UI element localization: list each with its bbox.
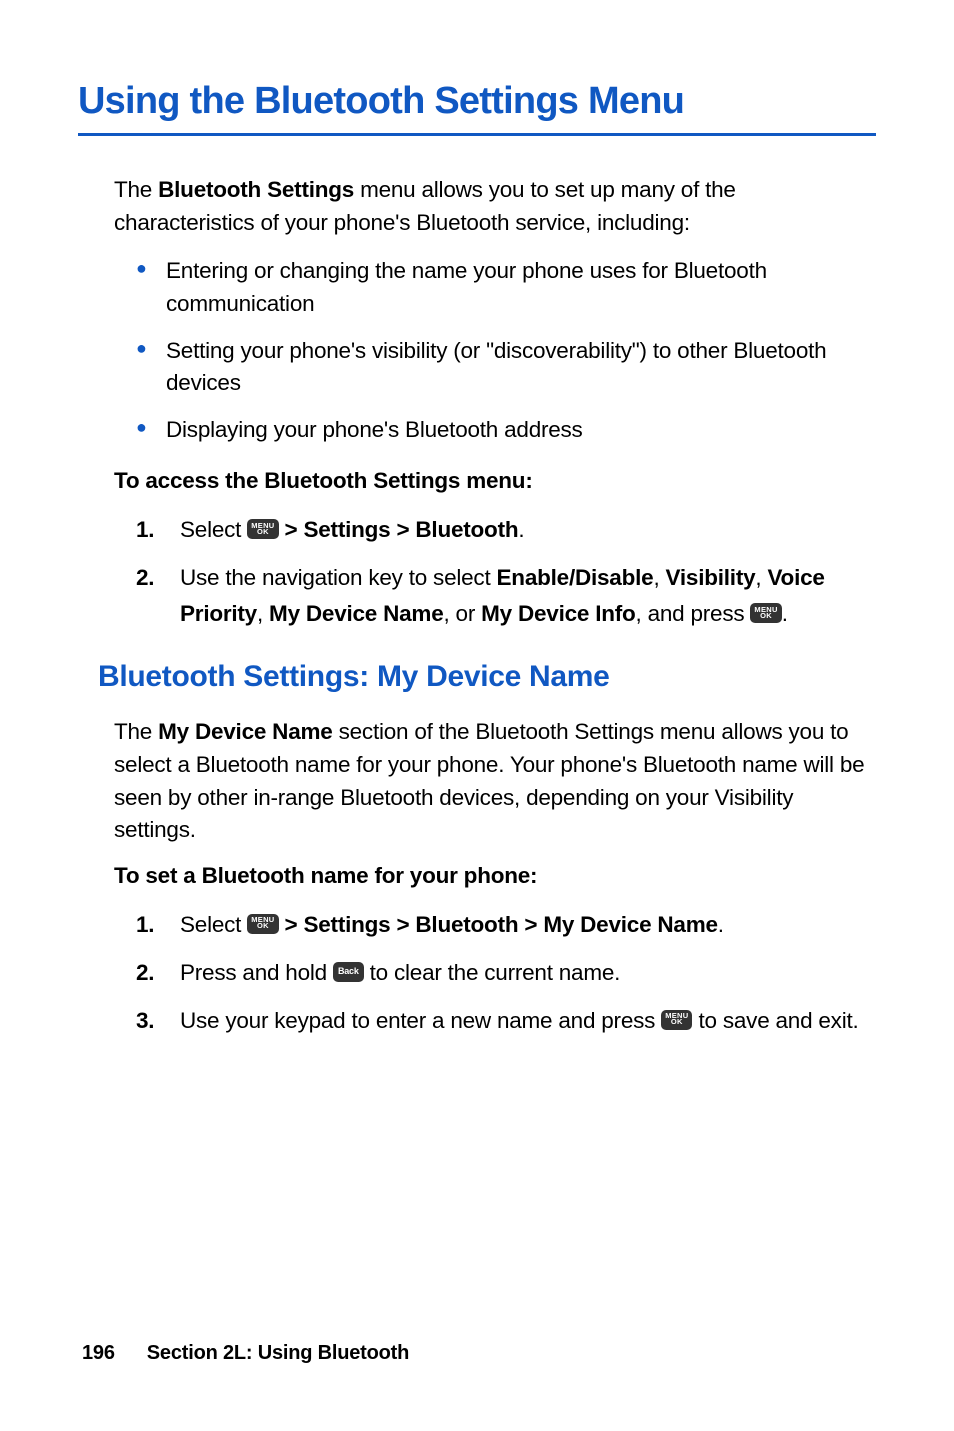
intro-prefix: The	[114, 177, 158, 202]
list-item: 2. Press and hold Back to clear the curr…	[136, 955, 876, 991]
key-label-bottom: OK	[760, 613, 772, 619]
step-text-prefix: Press and hold	[180, 960, 333, 985]
step-period: .	[518, 517, 524, 542]
step-number: 2.	[136, 560, 154, 596]
step-number: 1.	[136, 907, 154, 943]
menu-ok-key-icon: MENUOK	[247, 519, 278, 539]
list-item: Entering or changing the name your phone…	[136, 255, 876, 320]
step-text-prefix: Use the navigation key to select	[180, 565, 497, 590]
feature-bullet-list: Entering or changing the name your phone…	[136, 255, 876, 446]
set-name-subheading: To set a Bluetooth name for your phone:	[114, 863, 876, 889]
separator: ,	[653, 565, 665, 590]
separator: ,	[257, 601, 269, 626]
key-label-bottom: OK	[671, 1019, 683, 1025]
list-item: Setting your phone's visibility (or "dis…	[136, 335, 876, 400]
list-item: Displaying your phone's Bluetooth addres…	[136, 414, 876, 447]
step-number: 2.	[136, 955, 154, 991]
step-text-prefix: Select	[180, 912, 247, 937]
option-my-device-name: My Device Name	[269, 601, 443, 626]
list-item: 2. Use the navigation key to select Enab…	[136, 560, 876, 632]
list-item: 1. Select MENUOK > Settings > Bluetooth …	[136, 907, 876, 943]
key-label-bottom: OK	[257, 529, 269, 535]
section-label: Section 2L: Using Bluetooth	[147, 1342, 409, 1364]
page-footer: 196 Section 2L: Using Bluetooth	[82, 1342, 409, 1365]
list-item: 1. Select MENUOK > Settings > Bluetooth.	[136, 512, 876, 548]
option-my-device-info: My Device Info	[481, 601, 635, 626]
option-visibility: Visibility	[666, 565, 756, 590]
separator: , or	[444, 601, 482, 626]
step-number: 1.	[136, 512, 154, 548]
step-text-suffix: to clear the current name.	[364, 960, 621, 985]
key-label-bottom: OK	[257, 923, 269, 929]
menu-ok-key-icon: MENUOK	[661, 1010, 692, 1030]
step-text-prefix: Use your keypad to enter a new name and …	[180, 1008, 661, 1033]
intro-bold: Bluetooth Settings	[158, 177, 354, 202]
para-bold: My Device Name	[158, 719, 332, 744]
device-name-paragraph: The My Device Name section of the Blueto…	[114, 716, 876, 847]
section-heading-my-device-name: Bluetooth Settings: My Device Name	[98, 660, 876, 694]
access-steps-list: 1. Select MENUOK > Settings > Bluetooth.…	[136, 512, 876, 632]
list-item: 3. Use your keypad to enter a new name a…	[136, 1003, 876, 1039]
separator: ,	[755, 565, 767, 590]
step-path: > Settings > Bluetooth > My Device Name	[279, 912, 718, 937]
back-key-icon: Back	[333, 962, 364, 982]
step-text-suffix: , and press	[636, 601, 751, 626]
step-path: > Settings > Bluetooth	[279, 517, 519, 542]
step-period: .	[718, 912, 724, 937]
page-title: Using the Bluetooth Settings Menu	[78, 80, 876, 123]
step-text-suffix: to save and exit.	[692, 1008, 858, 1033]
menu-ok-key-icon: MENUOK	[750, 603, 781, 623]
step-text-prefix: Select	[180, 517, 247, 542]
set-name-steps-list: 1. Select MENUOK > Settings > Bluetooth …	[136, 907, 876, 1039]
page-number: 196	[82, 1342, 115, 1364]
intro-paragraph: The Bluetooth Settings menu allows you t…	[114, 174, 876, 239]
step-period: .	[782, 601, 788, 626]
access-subheading: To access the Bluetooth Settings menu:	[114, 468, 876, 494]
menu-ok-key-icon: MENUOK	[247, 914, 278, 934]
step-number: 3.	[136, 1003, 154, 1039]
para-prefix: The	[114, 719, 158, 744]
option-enable-disable: Enable/Disable	[497, 565, 654, 590]
title-rule	[78, 133, 876, 136]
